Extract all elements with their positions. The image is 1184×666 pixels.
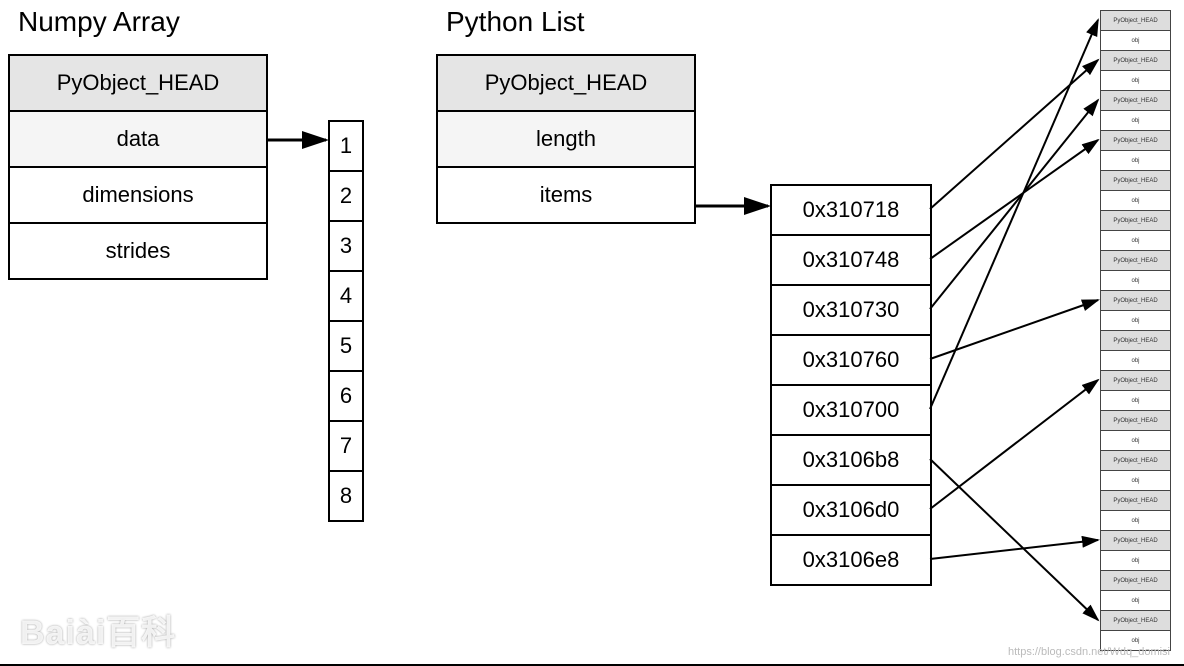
data-cell: 4 bbox=[329, 271, 363, 321]
pointer-cell: 0x3106d0 bbox=[771, 485, 931, 535]
heap-cell-head: PyObject_HEAD bbox=[1101, 611, 1171, 631]
heap-cell-head: PyObject_HEAD bbox=[1101, 491, 1171, 511]
pointer-cell: 0x310760 bbox=[771, 335, 931, 385]
heap-cell-body: obj bbox=[1101, 231, 1171, 251]
pylist-title: Python List bbox=[446, 6, 585, 38]
data-cell: 3 bbox=[329, 221, 363, 271]
pointer-cell: 0x310718 bbox=[771, 185, 931, 235]
pointer-cell: 0x3106e8 bbox=[771, 535, 931, 585]
heap-cell-body: obj bbox=[1101, 71, 1171, 91]
pylist-struct-table: PyObject_HEAD length items bbox=[436, 54, 696, 224]
heap-cell-body: obj bbox=[1101, 111, 1171, 131]
heap-cell-head: PyObject_HEAD bbox=[1101, 371, 1171, 391]
arrow-ptr-0 bbox=[930, 60, 1098, 209]
numpy-title: Numpy Array bbox=[18, 6, 180, 38]
data-cell: 8 bbox=[329, 471, 363, 521]
heap-cell-head: PyObject_HEAD bbox=[1101, 411, 1171, 431]
heap-cell-head: PyObject_HEAD bbox=[1101, 131, 1171, 151]
heap-cell-body: obj bbox=[1101, 31, 1171, 51]
heap-cell-body: obj bbox=[1101, 551, 1171, 571]
heap-column: PyObject_HEAD obj PyObject_HEAD obj PyOb… bbox=[1100, 10, 1171, 651]
heap-cell-body: obj bbox=[1101, 271, 1171, 291]
credit-text: https://blog.csdn.net/Wdq_domisi bbox=[1008, 646, 1170, 658]
heap-cell-head: PyObject_HEAD bbox=[1101, 531, 1171, 551]
heap-cell-body: obj bbox=[1101, 151, 1171, 171]
heap-cell-body: obj bbox=[1101, 191, 1171, 211]
heap-cell-head: PyObject_HEAD bbox=[1101, 51, 1171, 71]
heap-cell-body: obj bbox=[1101, 311, 1171, 331]
heap-cell-head: PyObject_HEAD bbox=[1101, 211, 1171, 231]
arrow-ptr-4 bbox=[930, 20, 1098, 409]
numpy-data-column: 1 2 3 4 5 6 7 8 bbox=[328, 120, 364, 522]
heap-cell-head: PyObject_HEAD bbox=[1101, 171, 1171, 191]
data-cell: 5 bbox=[329, 321, 363, 371]
arrow-ptr-2 bbox=[930, 100, 1098, 309]
pointer-table: 0x310718 0x310748 0x310730 0x310760 0x31… bbox=[770, 184, 932, 586]
heap-cell-head: PyObject_HEAD bbox=[1101, 331, 1171, 351]
heap-cell-body: obj bbox=[1101, 391, 1171, 411]
heap-cell-head: PyObject_HEAD bbox=[1101, 91, 1171, 111]
arrow-ptr-5 bbox=[930, 459, 1098, 620]
pointer-cell: 0x310700 bbox=[771, 385, 931, 435]
numpy-row-dimensions: dimensions bbox=[9, 167, 267, 223]
pylist-row-items: items bbox=[437, 167, 695, 223]
numpy-struct-table: PyObject_HEAD data dimensions strides bbox=[8, 54, 268, 280]
data-cell: 1 bbox=[329, 121, 363, 171]
numpy-row-data: data bbox=[9, 111, 267, 167]
heap-cell-head: PyObject_HEAD bbox=[1101, 451, 1171, 471]
heap-cell-body: obj bbox=[1101, 511, 1171, 531]
arrow-ptr-7 bbox=[930, 540, 1098, 559]
heap-cell-head: PyObject_HEAD bbox=[1101, 11, 1171, 31]
arrow-ptr-1 bbox=[930, 140, 1098, 259]
numpy-row-head: PyObject_HEAD bbox=[9, 55, 267, 111]
data-cell: 2 bbox=[329, 171, 363, 221]
pointer-cell: 0x3106b8 bbox=[771, 435, 931, 485]
pointer-cell: 0x310730 bbox=[771, 285, 931, 335]
heap-cell-head: PyObject_HEAD bbox=[1101, 251, 1171, 271]
pylist-row-head: PyObject_HEAD bbox=[437, 55, 695, 111]
arrow-ptr-6 bbox=[930, 380, 1098, 509]
pylist-row-length: length bbox=[437, 111, 695, 167]
data-cell: 6 bbox=[329, 371, 363, 421]
heap-cell-body: obj bbox=[1101, 351, 1171, 371]
heap-cell-head: PyObject_HEAD bbox=[1101, 571, 1171, 591]
watermark-text: Baiài百科 bbox=[20, 605, 176, 654]
heap-cell-body: obj bbox=[1101, 591, 1171, 611]
pointer-cell: 0x310748 bbox=[771, 235, 931, 285]
heap-cell-body: obj bbox=[1101, 431, 1171, 451]
heap-cell-head: PyObject_HEAD bbox=[1101, 291, 1171, 311]
arrow-ptr-3 bbox=[930, 300, 1098, 359]
numpy-row-strides: strides bbox=[9, 223, 267, 279]
data-cell: 7 bbox=[329, 421, 363, 471]
heap-cell-body: obj bbox=[1101, 471, 1171, 491]
